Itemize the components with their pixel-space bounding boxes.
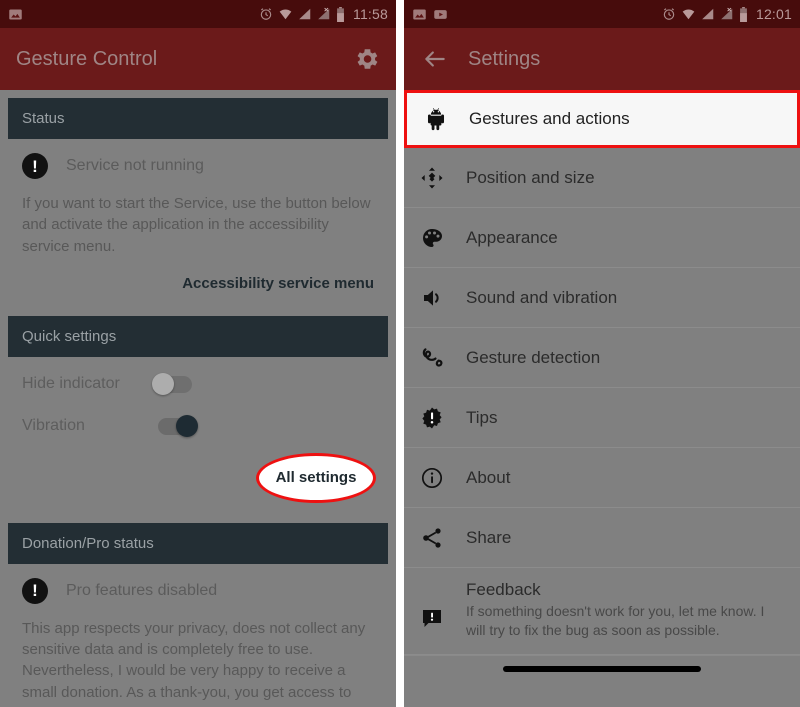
vibration-label: Vibration xyxy=(22,416,85,434)
settings-item-about[interactable]: About xyxy=(404,448,800,508)
settings-item-label: Share xyxy=(466,527,512,547)
battery-icon xyxy=(336,6,345,22)
battery-icon xyxy=(739,6,748,22)
settings-item-gestures-and-actions[interactable]: Gestures and actions xyxy=(404,90,800,148)
quick-settings-card: Quick settings Hide indicator Vibration xyxy=(8,315,388,515)
info-circle-icon xyxy=(420,466,466,490)
alarm-icon xyxy=(259,7,273,21)
settings-item-label: Gesture detection xyxy=(466,347,601,367)
share-nodes-icon xyxy=(420,526,466,550)
all-settings-button[interactable]: All settings xyxy=(256,452,376,503)
hide-indicator-toggle[interactable] xyxy=(152,372,198,395)
settings-item-label: Tips xyxy=(466,407,498,427)
right-status-bar: 12:01 xyxy=(404,0,800,28)
settings-title: Settings xyxy=(468,47,541,70)
settings-item-appearance[interactable]: Appearance xyxy=(404,208,800,268)
settings-item-tips[interactable]: Tips xyxy=(404,388,800,448)
feedback-text-block: Feedback If something doesn't work for y… xyxy=(466,580,784,640)
settings-item-label: About xyxy=(466,467,511,487)
page-title: Gesture Control xyxy=(16,47,158,70)
android-robot-icon xyxy=(423,106,469,132)
status-card-paragraph: If you want to start the Service, use th… xyxy=(22,195,371,255)
left-content: Status ! Service not running If you want… xyxy=(0,90,396,707)
feedback-title: Feedback xyxy=(466,580,541,599)
status-card-header: Status xyxy=(8,98,388,139)
settings-list: Gestures and actions Position and size A… xyxy=(404,90,800,655)
speaker-icon xyxy=(420,286,466,310)
arrow-left-icon[interactable] xyxy=(420,44,450,74)
status-card-body: ! Service not running If you want to sta… xyxy=(8,139,388,308)
home-indicator[interactable] xyxy=(503,666,701,673)
signal-off-icon xyxy=(720,7,734,21)
settings-item-label: Gestures and actions xyxy=(469,109,630,128)
status-card: Status ! Service not running If you want… xyxy=(8,98,388,308)
palette-icon xyxy=(420,226,466,250)
move-arrows-icon xyxy=(420,166,466,190)
vibration-row: Vibration xyxy=(22,405,374,447)
left-screen: 11:58 Gesture Control Status ! Service n… xyxy=(0,0,396,707)
pro-status-text: Pro features disabled xyxy=(66,581,218,599)
hide-indicator-row: Hide indicator xyxy=(22,363,374,405)
settings-item-position-and-size[interactable]: Position and size xyxy=(404,148,800,208)
signal-icon xyxy=(298,7,312,21)
donation-card-body: ! Pro features disabled This app respect… xyxy=(8,563,388,707)
signal-icon xyxy=(701,7,715,21)
navigation-bar xyxy=(404,654,800,683)
vibration-toggle[interactable] xyxy=(152,414,198,437)
left-app-bar: Gesture Control xyxy=(0,28,396,90)
right-clock: 12:01 xyxy=(755,6,792,22)
settings-item-share[interactable]: Share xyxy=(404,508,800,568)
right-app-bar: Settings xyxy=(404,28,800,90)
toggle-thumb xyxy=(152,372,174,395)
service-status-text: Service not running xyxy=(66,157,204,174)
left-status-bar: 11:58 xyxy=(0,0,396,28)
starburst-exclamation-icon xyxy=(420,406,466,430)
quick-settings-card-header: Quick settings xyxy=(8,315,388,357)
settings-item-feedback[interactable]: Feedback If something doesn't work for y… xyxy=(404,568,800,655)
donation-card: Donation/Pro status ! Pro features disab… xyxy=(8,522,388,707)
gesture-squiggle-icon xyxy=(420,345,466,371)
message-alert-icon xyxy=(420,580,466,630)
status-row: ! Service not running xyxy=(22,145,374,183)
donation-card-header: Donation/Pro status xyxy=(8,522,388,564)
dual-screenshot: 11:58 Gesture Control Status ! Service n… xyxy=(0,0,800,707)
all-settings-area: All settings xyxy=(22,447,376,503)
accessibility-service-menu-button[interactable]: Accessibility service menu xyxy=(22,257,374,294)
warning-icon: ! xyxy=(22,153,48,179)
alarm-icon xyxy=(662,7,676,21)
donation-paragraph: This app respects your privacy, does not… xyxy=(22,619,366,707)
hide-indicator-label: Hide indicator xyxy=(22,374,120,392)
warning-icon: ! xyxy=(22,577,48,604)
feedback-subtitle: If something doesn't work for you, let m… xyxy=(466,603,765,638)
video-icon xyxy=(433,7,448,22)
left-clock: 11:58 xyxy=(353,6,388,22)
image-icon xyxy=(412,7,427,22)
toggle-thumb xyxy=(176,414,198,437)
gear-icon[interactable] xyxy=(354,46,380,72)
settings-item-label: Position and size xyxy=(466,167,595,187)
quick-settings-card-body: Hide indicator Vibration All settings xyxy=(8,356,388,515)
screen-divider xyxy=(396,0,404,707)
wifi-icon xyxy=(278,7,293,21)
pro-status-row: ! Pro features disabled xyxy=(22,570,374,608)
settings-item-label: Sound and vibration xyxy=(466,287,618,307)
wifi-icon xyxy=(681,7,696,21)
all-settings-label: All settings xyxy=(275,469,357,487)
signal-off-icon xyxy=(317,7,331,21)
settings-item-sound-and-vibration[interactable]: Sound and vibration xyxy=(404,268,800,328)
right-screen: 12:01 Settings Gestures and actions Posi… xyxy=(404,0,800,707)
image-icon xyxy=(8,7,23,22)
settings-item-gesture-detection[interactable]: Gesture detection xyxy=(404,328,800,388)
settings-item-label: Appearance xyxy=(466,227,558,247)
